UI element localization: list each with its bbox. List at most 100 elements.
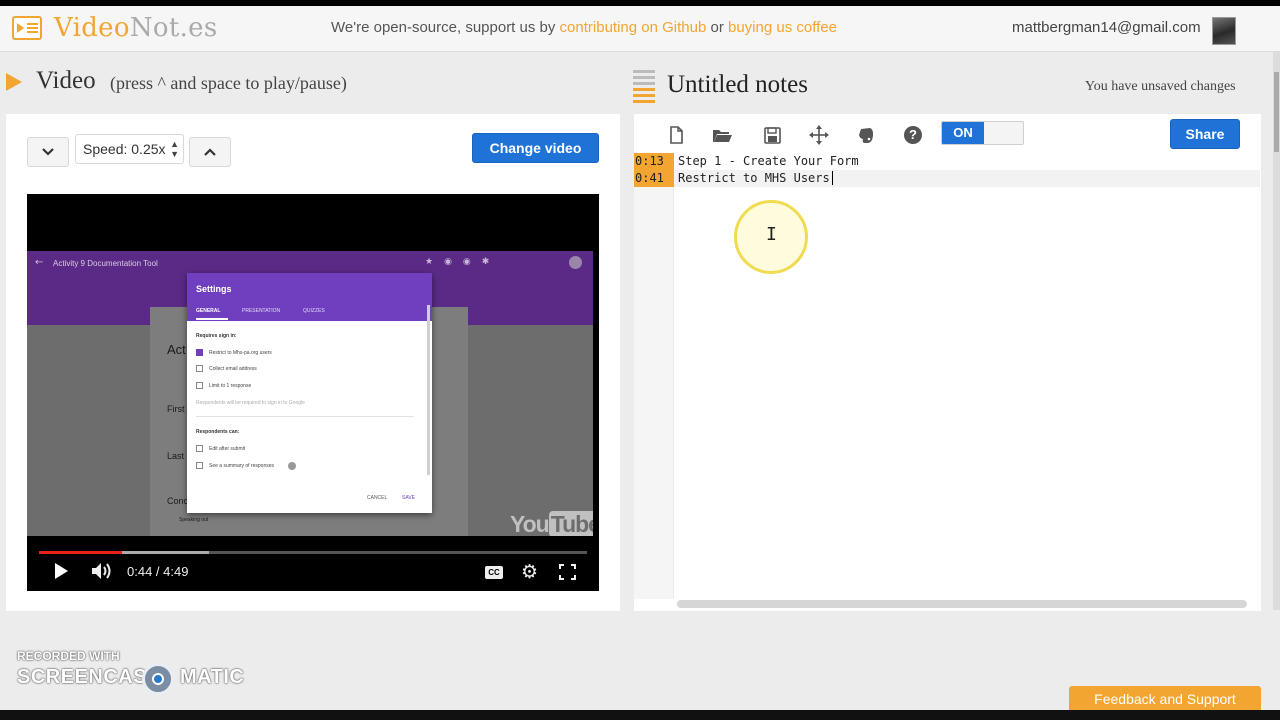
bottom-black-bar — [0, 710, 1280, 720]
recorded-with-label: RECORDED WITH — [17, 649, 120, 663]
videonotes-logo-icon[interactable] — [12, 16, 42, 40]
text-cursor-icon: I — [766, 224, 777, 245]
dialog-title: Settings — [196, 284, 232, 294]
note-text[interactable]: Step 1 - Create Your Form — [678, 153, 859, 170]
video-section-icon — [6, 73, 22, 91]
respondents-can-label: Respondents can: — [196, 429, 240, 435]
collect-email-label: Collect email address — [209, 366, 257, 372]
notes-icon — [633, 70, 655, 103]
screencast-logo-inner — [152, 673, 164, 685]
video-frame[interactable]: ← Activity 9 Documentation Tool ★◉◉✱ Act… — [27, 251, 593, 536]
sync-toggle[interactable]: ON — [941, 121, 1024, 145]
change-video-button[interactable]: Change video — [472, 133, 599, 163]
logo-text[interactable]: VideoNot.es — [54, 13, 217, 43]
promo-or: or — [710, 19, 724, 36]
summary-checkbox — [196, 462, 203, 469]
save-icon[interactable] — [761, 124, 783, 146]
sign-in-note: Respondents will be required to sign in … — [196, 400, 305, 406]
note-text[interactable]: Restrict to MHS Users — [678, 170, 830, 187]
volume-icon[interactable] — [91, 561, 113, 581]
dialog-save: SAVE — [402, 495, 415, 501]
form-toolbar-icons: ★◉◉✱ — [425, 257, 501, 267]
share-button[interactable]: Share — [1170, 119, 1240, 149]
promo-text: We're open-source, support us by contrib… — [331, 19, 837, 36]
feedback-button[interactable]: Feedback and Support — [1069, 686, 1261, 710]
edit-checkbox — [196, 445, 203, 452]
video-hint: (press ^ and space to play/pause) — [110, 73, 347, 93]
evernote-icon[interactable] — [855, 124, 877, 146]
limit-checkbox — [196, 382, 203, 389]
file-icon[interactable] — [665, 124, 687, 146]
screencast-part2: MATIC — [180, 666, 245, 688]
back-arrow-icon: ← — [35, 257, 44, 268]
bg-first: First — [167, 404, 185, 414]
coffee-link[interactable]: buying us coffee — [728, 19, 837, 36]
github-link[interactable]: contributing on Github — [560, 19, 707, 36]
page-scrollbar[interactable] — [1273, 52, 1280, 610]
video-player[interactable]: ← Activity 9 Documentation Tool ★◉◉✱ Act… — [27, 194, 599, 591]
bg-last: Last — [167, 451, 185, 461]
speed-up-button[interactable] — [189, 137, 231, 167]
note-timestamp[interactable]: 0:13 — [634, 153, 674, 170]
notes-panel — [634, 114, 1261, 611]
summary-label: See a summary of responses — [209, 463, 275, 469]
bg-act: Act — [167, 342, 186, 357]
bg-conc: Conc — [167, 496, 189, 506]
form-avatar-icon — [569, 256, 582, 269]
speed-select[interactable]: Speed: 0.25x ▲ ▼ — [75, 134, 184, 164]
avatar[interactable] — [1212, 17, 1236, 45]
unsaved-changes-text: You have unsaved changes — [1085, 79, 1236, 94]
progress-played — [39, 551, 123, 554]
screencast-logo-icon — [142, 663, 174, 695]
captions-icon[interactable]: CC — [485, 566, 503, 579]
screencast-part1: SCREENCAST — [17, 666, 160, 688]
logo-suffix: Not.es — [129, 13, 218, 43]
note-timestamp[interactable]: 0:41 — [634, 170, 674, 187]
collect-email-checkbox — [196, 365, 203, 372]
restrict-checkbox — [196, 349, 203, 356]
notes-title[interactable]: Untitled notes — [667, 71, 808, 99]
page-scrollbar-thumb[interactable] — [1274, 72, 1279, 152]
fullscreen-icon[interactable] — [559, 564, 576, 580]
top-header: VideoNot.es We're open-source, support u… — [0, 6, 1280, 52]
speed-label: Speed: 0.25x — [83, 141, 166, 157]
settings-dialog: Settings GENERAL PRESENTATION QUIZZES Re… — [187, 273, 432, 513]
watermark-you: You — [510, 511, 550, 536]
help-circle-icon — [288, 462, 296, 470]
video-title: Video — [36, 67, 96, 94]
tab-presentation: PRESENTATION — [242, 308, 281, 314]
folder-open-icon[interactable] — [711, 124, 733, 146]
settings-gear-icon[interactable]: ⚙ — [521, 562, 538, 582]
bg-speaking: Speaking out — [179, 517, 209, 523]
move-icon[interactable] — [808, 124, 830, 146]
toggle-on-label: ON — [942, 122, 984, 144]
play-icon[interactable] — [55, 563, 68, 579]
time-display: 0:44 / 4:49 — [127, 564, 189, 579]
tab-indicator — [196, 318, 228, 320]
chevron-up-icon — [204, 148, 216, 156]
youtube-watermark: YouTube — [510, 511, 593, 536]
restrict-label: Restrict to Mhs-pa.org users — [209, 350, 272, 356]
promo-prefix: We're open-source, support us by — [331, 19, 556, 36]
logo-prefix: Video — [54, 13, 130, 43]
tab-quizzes: QUIZZES — [303, 308, 325, 314]
account-email[interactable]: mattbergman14@gmail.com — [1012, 19, 1201, 36]
editor-gutter — [634, 153, 674, 599]
text-caret — [832, 171, 833, 185]
dialog-scrollbar — [427, 305, 430, 475]
select-arrows-icon: ▲ ▼ — [170, 139, 179, 159]
help-icon[interactable]: ? — [904, 126, 922, 144]
note-line[interactable]: 0:13 Step 1 - Create Your Form — [634, 153, 1260, 170]
note-line[interactable]: 0:41 Restrict to MHS Users — [634, 170, 1260, 187]
progress-bar[interactable] — [39, 551, 587, 554]
edit-label: Edit after submit — [209, 446, 246, 452]
editor-horizontal-scrollbar[interactable] — [677, 600, 1247, 608]
tab-general: GENERAL — [196, 308, 221, 314]
limit-label: Limit to 1 response — [209, 383, 252, 389]
requires-sign-in-label: Requires sign in: — [196, 333, 237, 339]
form-doc-title: Activity 9 Documentation Tool — [53, 259, 158, 268]
chevron-down-icon — [42, 148, 54, 156]
watermark-tube: Tube — [548, 511, 593, 536]
speed-down-button[interactable] — [27, 137, 69, 167]
dialog-divider — [196, 416, 414, 417]
